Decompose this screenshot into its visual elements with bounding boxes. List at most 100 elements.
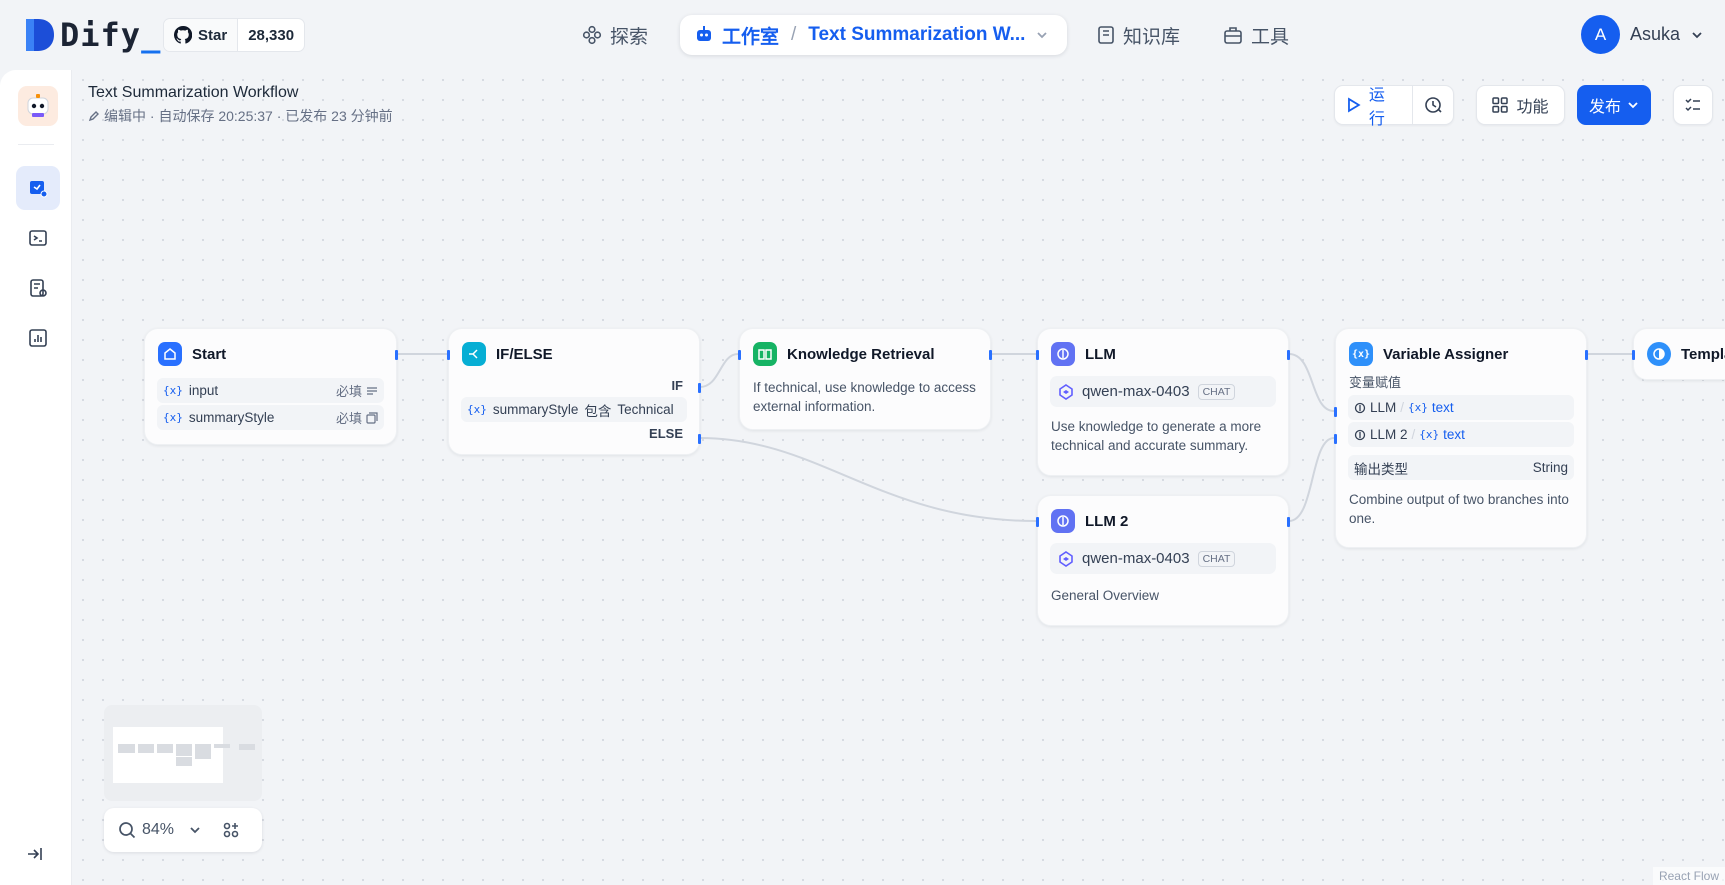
nav-explore[interactable]: 探索 — [582, 15, 648, 55]
llm-brain-icon — [1051, 509, 1075, 533]
brand-name: Dify — [60, 16, 142, 54]
node-description: Combine output of two branches into one. — [1349, 492, 1569, 526]
if-output-handle[interactable] — [698, 383, 701, 393]
nav-knowledge[interactable]: 知识库 — [1097, 15, 1180, 55]
book-open-icon — [753, 342, 777, 366]
features-button[interactable]: 功能 — [1476, 85, 1565, 125]
variable-icon: {x} — [1349, 342, 1373, 366]
model-name: qwen-max-0403 — [1082, 383, 1190, 400]
add-node-icon[interactable] — [222, 821, 240, 839]
sidebar-item-api[interactable] — [16, 216, 60, 260]
output-handle[interactable] — [1287, 350, 1290, 360]
else-output-handle[interactable] — [698, 434, 701, 444]
github-icon — [174, 26, 192, 44]
github-star-badge[interactable]: Star 28,330 — [163, 18, 306, 52]
input-handle[interactable] — [1334, 407, 1337, 417]
input-handle[interactable] — [1632, 350, 1635, 360]
node-title: Knowledge Retrieval — [787, 345, 935, 363]
zoom-level[interactable]: 84% — [142, 821, 174, 839]
nav-explore-label: 探索 — [610, 26, 649, 48]
node-if-else[interactable]: IF/ELSE IF {x} summaryStyle 包含 Technical… — [447, 328, 701, 455]
input-handle[interactable] — [1036, 350, 1039, 360]
toolbox-icon — [1224, 27, 1242, 44]
checklist-button[interactable] — [1673, 85, 1713, 125]
publish-button[interactable]: 发布 — [1577, 85, 1651, 125]
output-handle[interactable] — [1287, 517, 1290, 527]
output-type-label: 输出类型 — [1354, 461, 1408, 477]
chevron-down-icon[interactable] — [1035, 28, 1049, 42]
run-history-button[interactable] — [1413, 86, 1453, 124]
output-handle[interactable] — [989, 350, 992, 360]
condition-operator: 包含 — [584, 403, 612, 419]
sidebar-divider — [18, 144, 54, 145]
app-icon[interactable] — [18, 86, 58, 126]
minimap[interactable] — [104, 705, 262, 801]
llm-brain-icon — [1354, 402, 1366, 413]
explore-icon — [582, 25, 602, 45]
source-node: LLM — [1370, 400, 1397, 415]
chevron-down-icon — [1628, 102, 1638, 109]
variable-icon: {x} — [1408, 401, 1428, 414]
output-handle[interactable] — [1585, 350, 1588, 360]
model-mode-badge: CHAT — [1197, 550, 1236, 567]
source-variable: text — [1443, 427, 1465, 442]
model-name: qwen-max-0403 — [1082, 550, 1190, 567]
input-handle[interactable] — [1036, 517, 1039, 527]
variable-icon: {x} — [163, 384, 183, 397]
sidebar-item-orchestrate[interactable] — [16, 166, 60, 210]
minimap-node — [118, 744, 135, 753]
search-icon[interactable] — [118, 821, 136, 839]
react-flow-attribution[interactable]: React Flow — [1652, 867, 1725, 885]
nav-tools[interactable]: 工具 — [1223, 15, 1289, 55]
node-knowledge-retrieval[interactable]: Knowledge Retrieval If technical, use kn… — [738, 328, 992, 430]
book-icon — [1098, 26, 1114, 44]
select-icon — [366, 411, 378, 424]
run-button[interactable]: 运行 — [1335, 86, 1414, 128]
variable-icon: {x} — [163, 411, 183, 424]
if-label: IF — [671, 378, 683, 393]
source-node: LLM 2 — [1370, 427, 1408, 442]
variable-icon: {x} — [1419, 428, 1440, 441]
template-icon — [1647, 342, 1671, 366]
node-variable-assigner[interactable]: {x} Variable Assigner 变量赋值 LLM / {x} tex… — [1334, 328, 1588, 548]
node-description: Use knowledge to generate a more technic… — [1051, 419, 1262, 453]
model-selector: qwen-max-0403 CHAT — [1050, 376, 1276, 407]
node-template[interactable]: Templa — [1632, 328, 1725, 380]
output-handle[interactable] — [395, 350, 398, 360]
minimap-node — [239, 744, 255, 750]
llm-brain-icon — [1051, 342, 1075, 366]
node-title: Templa — [1681, 345, 1725, 363]
node-description: If technical, use knowledge to access ex… — [753, 380, 976, 414]
else-label: ELSE — [649, 426, 683, 441]
expand-sidebar-icon[interactable] — [26, 845, 44, 863]
sidebar-item-monitoring[interactable] — [16, 316, 60, 360]
input-handle[interactable] — [447, 350, 450, 360]
required-label: 必填 — [335, 384, 362, 399]
chevron-down-icon — [1692, 31, 1702, 38]
app-sidebar — [0, 70, 72, 885]
minimap-node — [176, 744, 192, 756]
robot-icon — [697, 26, 711, 41]
current-app-name[interactable]: Text Summarization W... — [808, 24, 1025, 46]
log-file-icon — [30, 279, 47, 297]
input-handle[interactable] — [738, 350, 741, 360]
node-llm[interactable]: LLM qwen-max-0403 CHAT Use knowledge to … — [1036, 328, 1290, 476]
branch-icon — [462, 342, 486, 366]
input-handle[interactable] — [1334, 434, 1337, 444]
dify-logo[interactable]: Dify_ — [24, 16, 161, 54]
nav-knowledge-label: 知识库 — [1123, 26, 1181, 48]
minimap-node — [176, 757, 192, 766]
node-title: Start — [192, 345, 227, 363]
sidebar-item-logs[interactable] — [16, 266, 60, 310]
bar-chart-icon — [29, 329, 47, 347]
node-llm-2[interactable]: LLM 2 qwen-max-0403 CHAT General Overvie… — [1036, 495, 1290, 626]
user-menu[interactable]: A Asuka — [1581, 15, 1704, 54]
node-start[interactable]: Start {x} input 必填 {x} summaryStyle 必填 — [144, 328, 398, 445]
node-title: IF/ELSE — [496, 345, 553, 363]
pencil-icon — [88, 111, 99, 122]
chevron-down-icon[interactable] — [188, 823, 202, 837]
nav-studio[interactable]: 工作室 / Text Summarization W... — [680, 15, 1067, 55]
node-title: LLM 2 — [1085, 512, 1129, 530]
grid-icon — [1492, 97, 1509, 113]
assigner-input: LLM / {x} text — [1348, 395, 1574, 420]
